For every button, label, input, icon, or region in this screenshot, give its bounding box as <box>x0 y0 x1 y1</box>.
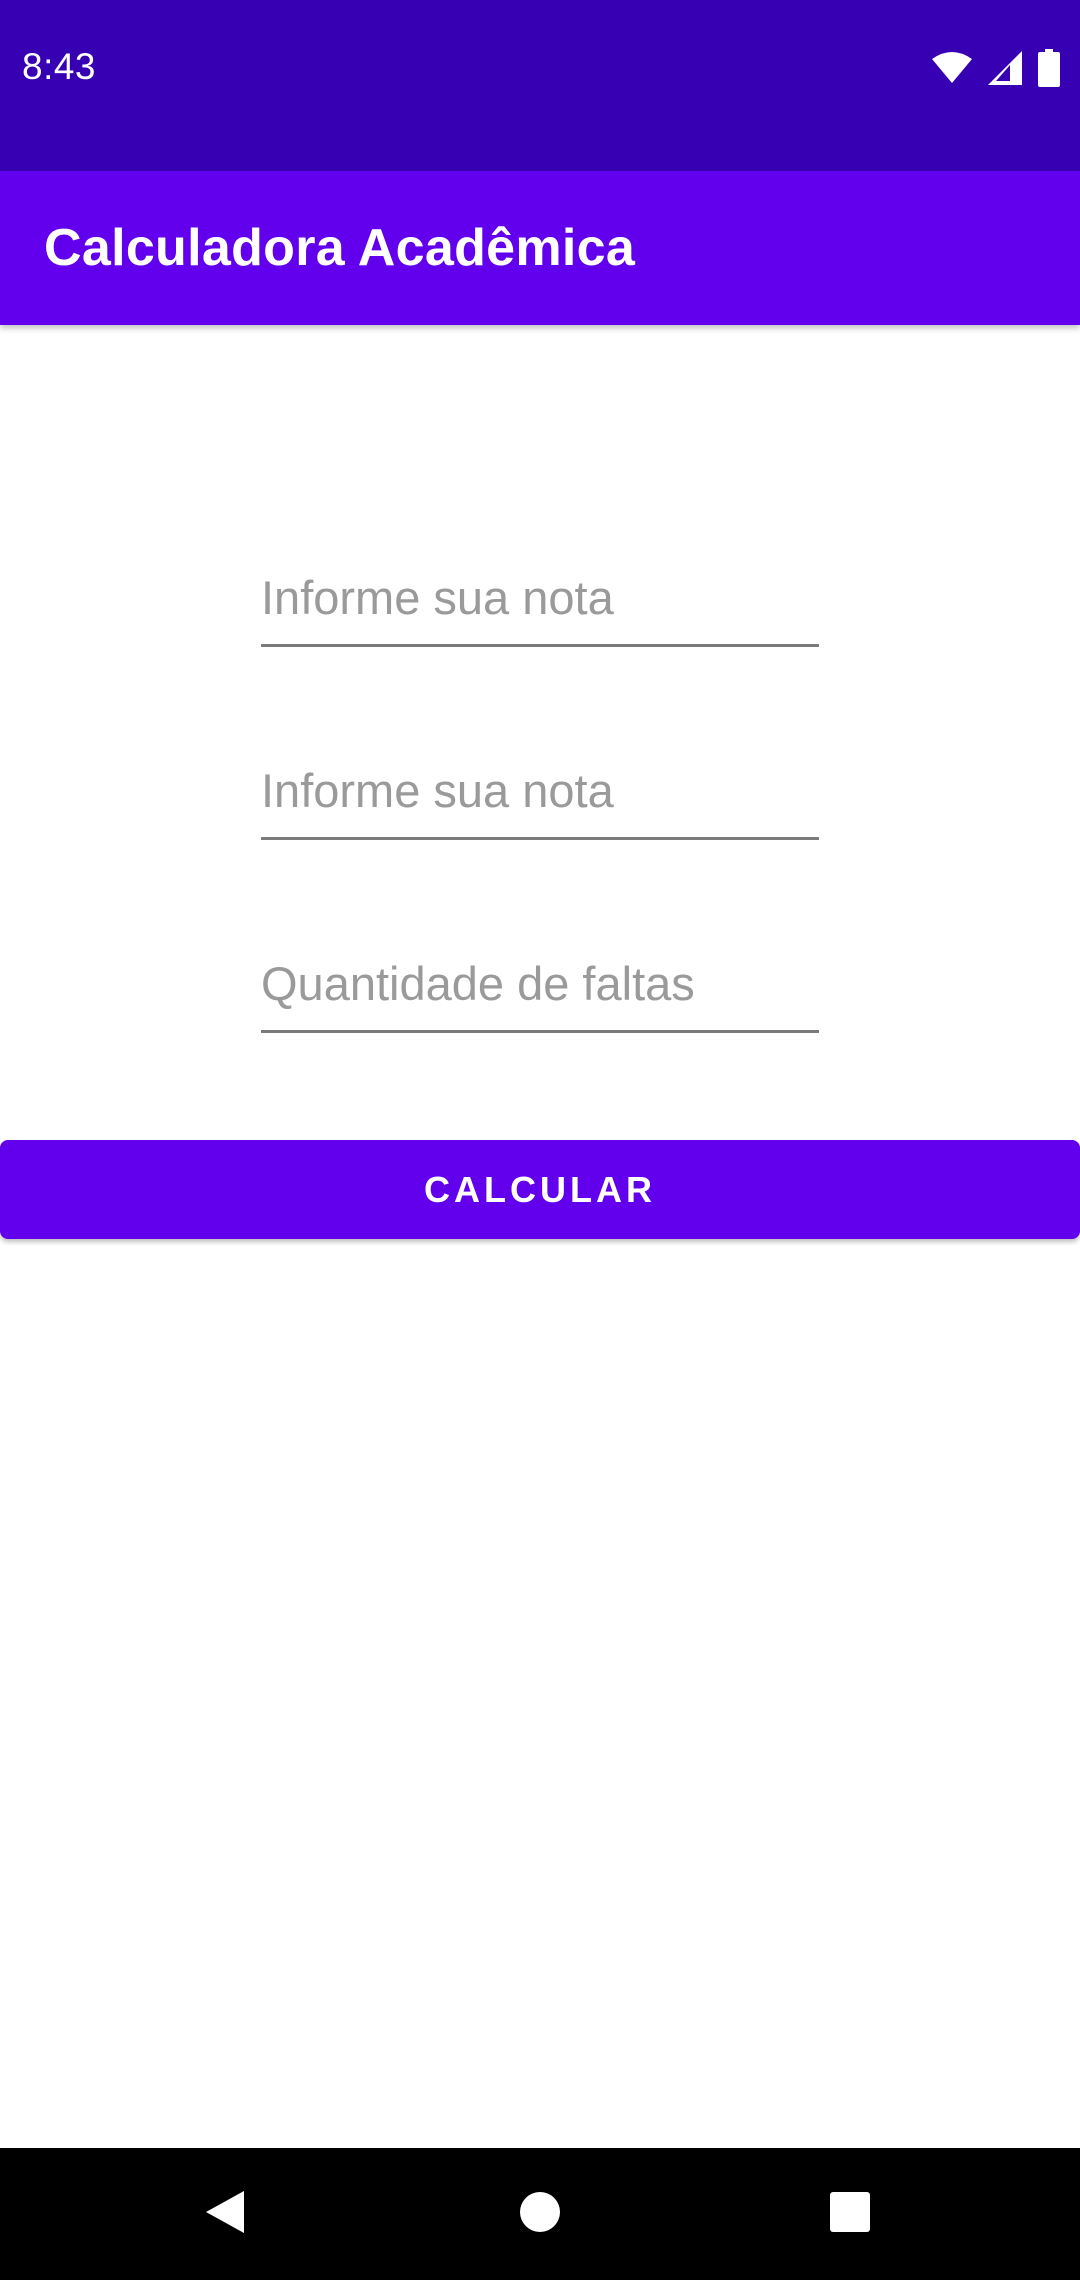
wifi-icon <box>932 51 972 85</box>
battery-icon <box>1038 49 1060 87</box>
grade-1-input[interactable] <box>261 557 819 647</box>
absences-input[interactable] <box>261 943 819 1033</box>
screen: 8:43 Calculadora Acadêmica CALCULAR <box>0 0 1080 2280</box>
home-button[interactable] <box>470 2148 610 2280</box>
app-title: Calculadora Acadêmica <box>44 219 636 277</box>
back-button[interactable] <box>155 2148 295 2280</box>
recents-icon <box>830 2191 870 2237</box>
app-bar: Calculadora Acadêmica <box>0 171 1080 325</box>
cellular-signal-icon <box>988 51 1022 85</box>
status-bar: 8:43 <box>0 0 1080 171</box>
navigation-bar <box>0 2148 1080 2280</box>
back-icon <box>204 2189 246 2240</box>
status-icons <box>932 48 1060 88</box>
grade-2-input[interactable] <box>261 750 819 840</box>
recents-button[interactable] <box>780 2148 920 2280</box>
calculate-button[interactable]: CALCULAR <box>0 1140 1080 1239</box>
status-time: 8:43 <box>22 46 97 87</box>
home-icon <box>519 2191 561 2238</box>
